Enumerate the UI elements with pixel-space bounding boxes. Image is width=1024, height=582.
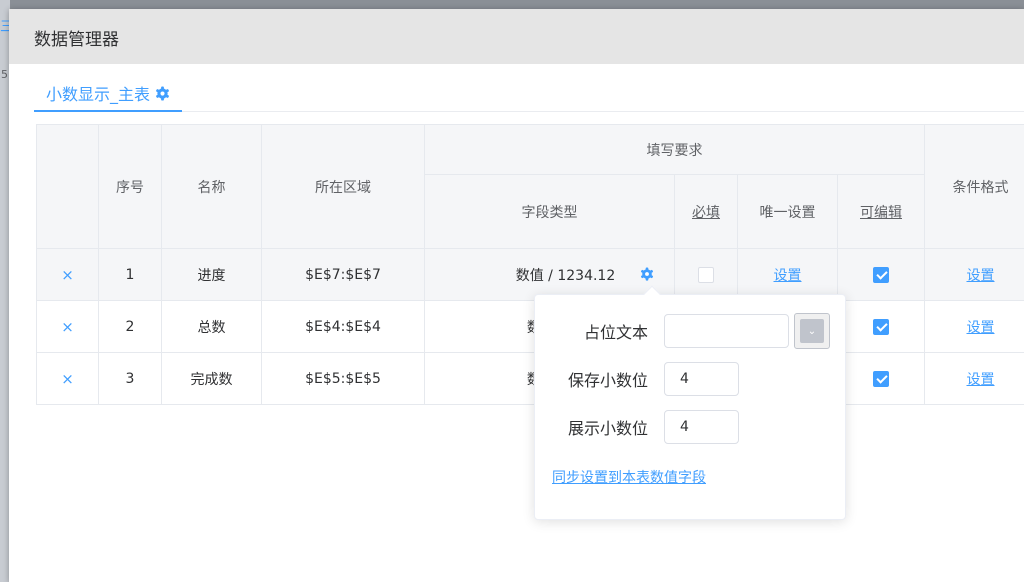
row-field-type: 数值 / 1234.12 <box>515 267 616 284</box>
header-field-type: 字段类型 <box>424 174 675 249</box>
header-editable[interactable]: 可编辑 <box>837 174 925 249</box>
tab-decimal-display-main[interactable]: 小数显示_主表 <box>34 76 183 112</box>
row-region: $E$4:$E$4 <box>261 300 425 353</box>
close-icon[interactable]: × <box>61 266 74 284</box>
editable-checkbox[interactable] <box>873 266 889 283</box>
header-fill-requirements: 填写要求 <box>424 124 925 175</box>
background-glyph: 5 <box>1 68 8 81</box>
dialog-header: 数据管理器 <box>9 9 1024 64</box>
table-row: × 1 进度 $E$7:$E$7 数值 / 1234.12 设置 设置 <box>36 248 1024 301</box>
row-name: 总数 <box>161 300 262 353</box>
fields-table: 序号 名称 所在区域 填写要求 条件格式 字段类型 必填 唯一设置 可编辑 × … <box>36 124 1024 405</box>
tab-bar: 小数显示_主表 <box>34 76 1024 112</box>
chevron-down-icon: ⌄ <box>807 325 817 337</box>
data-manager-dialog: 数据管理器 小数显示_主表 序号 名称 所在区域 填写要求 条件格式 字段类型 … <box>9 9 1024 582</box>
row-region: $E$7:$E$7 <box>261 248 425 301</box>
row-index: 3 <box>98 352 162 405</box>
sync-settings-link[interactable]: 同步设置到本表数值字段 <box>552 467 706 487</box>
header-required[interactable]: 必填 <box>674 174 738 249</box>
condition-settings-link[interactable]: 设置 <box>967 268 995 284</box>
tab-label: 小数显示_主表 <box>46 85 151 104</box>
required-checkbox[interactable] <box>698 266 714 283</box>
gear-icon[interactable] <box>155 85 170 101</box>
placeholder-label: 占位文本 <box>583 323 648 342</box>
display-decimals-input[interactable] <box>664 410 739 444</box>
display-decimals-label: 展示小数位 <box>567 419 648 438</box>
header-conditional-format: 条件格式 <box>924 124 1024 249</box>
table-row: × 2 总数 $E$4:$E$4 数值 / 1234 设置 设置 <box>36 300 1024 353</box>
save-decimals-input[interactable] <box>664 362 739 396</box>
header-index: 序号 <box>98 124 162 249</box>
display-decimals-row: 展示小数位 <box>535 410 739 444</box>
editable-checkbox[interactable] <box>873 318 889 335</box>
editable-checkbox[interactable] <box>873 370 889 387</box>
header-unique: 唯一设置 <box>737 174 838 249</box>
row-region: $E$5:$E$5 <box>261 352 425 405</box>
dialog-title: 数据管理器 <box>34 30 119 50</box>
condition-settings-link[interactable]: 设置 <box>967 372 995 388</box>
row-index: 1 <box>98 248 162 301</box>
placeholder-input[interactable] <box>664 314 789 348</box>
row-name: 进度 <box>161 248 262 301</box>
unique-settings-link[interactable]: 设置 <box>774 268 802 284</box>
close-icon[interactable]: × <box>61 318 74 336</box>
placeholder-row: 占位文本 ⌄ <box>535 313 830 349</box>
gear-icon[interactable] <box>640 267 654 281</box>
header-region: 所在区域 <box>261 124 425 249</box>
placeholder-dropdown-button[interactable]: ⌄ <box>794 313 830 349</box>
row-index: 2 <box>98 300 162 353</box>
decimal-settings-popover: 占位文本 ⌄ 保存小数位 展示小数位 同步设置到本表数值字段 <box>534 285 846 520</box>
header-actions <box>36 124 99 249</box>
close-icon[interactable]: × <box>61 370 74 388</box>
condition-settings-link[interactable]: 设置 <box>967 320 995 336</box>
table-row: × 3 完成数 $E$5:$E$5 数值 / 1234 设置 设置 <box>36 352 1024 405</box>
save-decimals-label: 保存小数位 <box>567 371 648 390</box>
save-decimals-row: 保存小数位 <box>535 362 739 396</box>
header-name: 名称 <box>161 124 262 249</box>
row-name: 完成数 <box>161 352 262 405</box>
